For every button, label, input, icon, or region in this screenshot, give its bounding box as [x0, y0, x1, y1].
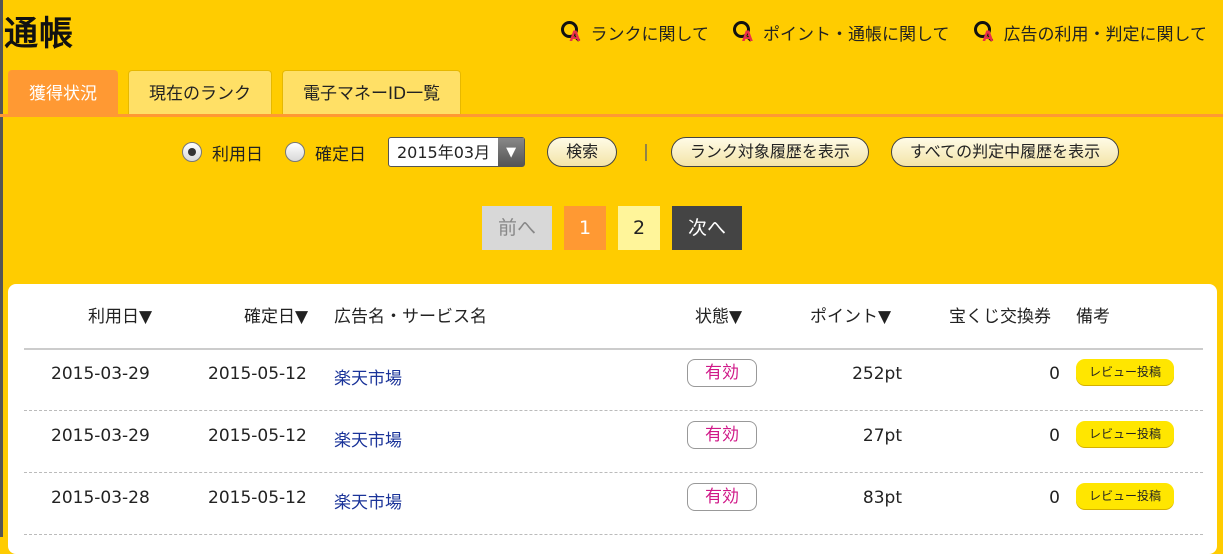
radio-circle-icon [182, 142, 202, 162]
status-badge: 有効 [687, 359, 757, 387]
header-status[interactable]: 状態▼ [695, 302, 742, 327]
radio-circle-icon [285, 142, 305, 162]
cell-confirm-date: 2015-05-12 [208, 364, 307, 384]
qa-link-ads[interactable]: A 広告の利用・判定に関して [973, 20, 1208, 45]
header-ad-name: 広告名・サービス名 [334, 307, 487, 327]
header-points[interactable]: ポイント▼ [810, 302, 891, 327]
header-confirm-date[interactable]: 確定日▼ [244, 302, 308, 327]
review-post-badge[interactable]: レビュー投稿 [1076, 359, 1174, 385]
radio-label: 確定日 [315, 144, 366, 165]
page-2-button[interactable]: 2 [618, 206, 660, 250]
header-usage-date[interactable]: 利用日▼ [88, 302, 152, 327]
qa-link-points[interactable]: A ポイント・通帳に関して [733, 20, 950, 45]
cell-points: 27pt [862, 426, 902, 446]
qa-link-rank[interactable]: A ランクに関して [560, 20, 710, 45]
cell-usage-date: 2015-03-29 [51, 426, 150, 446]
qa-icon: A [733, 20, 757, 45]
qa-link-label: ランクに関して [590, 25, 710, 45]
review-post-badge[interactable]: レビュー投稿 [1076, 483, 1174, 509]
cell-lottery: 0 [1049, 426, 1060, 446]
month-select-value: 2015年03月 [397, 143, 491, 162]
tab-emoney-id-list[interactable]: 電子マネーID一覧 [282, 70, 462, 115]
cell-points: 83pt [862, 488, 902, 508]
status-badge: 有効 [687, 421, 757, 449]
rank-history-button[interactable]: ランク対象履歴を表示 [670, 137, 869, 167]
header-divider [24, 348, 1203, 350]
cell-lottery: 0 [1049, 488, 1060, 508]
cell-ad-name-link[interactable]: 楽天市場 [334, 364, 402, 389]
cell-usage-date: 2015-03-29 [51, 364, 150, 384]
cell-ad-name-link[interactable]: 楽天市場 [334, 488, 402, 513]
page-title: 通帳 [4, 14, 74, 54]
next-page-button[interactable]: 次へ [672, 206, 742, 250]
cell-points: 252pt [852, 364, 902, 384]
status-badge: 有効 [687, 483, 757, 511]
qa-links: A ランクに関して A ポイント・通帳に関して A 広告の利用・判定に関して [560, 20, 1208, 45]
prev-page-button[interactable]: 前へ [482, 206, 552, 250]
qa-icon: A [973, 20, 998, 45]
page-1-button[interactable]: 1 [564, 206, 606, 250]
header-note: 備考 [1076, 307, 1110, 327]
qa-link-label: 広告の利用・判定に関して [1003, 25, 1208, 45]
cell-usage-date: 2015-03-28 [51, 488, 150, 508]
tab-underline [0, 114, 1223, 117]
window-edge [0, 0, 3, 537]
row-divider [24, 410, 1203, 411]
radio-label: 利用日 [212, 144, 263, 165]
search-button[interactable]: 検索 [547, 137, 618, 167]
radio-usage-date[interactable]: 利用日 [182, 140, 263, 165]
row-divider [24, 472, 1203, 473]
cell-confirm-date: 2015-05-12 [208, 488, 307, 508]
tab-current-rank[interactable]: 現在のランク [128, 70, 272, 115]
filter-controls: 利用日 確定日 2015年03月 ▼ 検索 | ランク対象履歴を表示 すべての判… [182, 137, 1120, 167]
all-pending-history-button[interactable]: すべての判定中履歴を表示 [890, 137, 1120, 167]
header-lottery: 宝くじ交換券 [949, 307, 1051, 327]
month-select[interactable]: 2015年03月 ▼ [388, 137, 526, 167]
cell-confirm-date: 2015-05-12 [208, 426, 307, 446]
cell-ad-name-link[interactable]: 楽天市場 [334, 426, 402, 451]
radio-confirm-date[interactable]: 確定日 [285, 140, 366, 165]
row-divider [24, 534, 1203, 535]
cell-lottery: 0 [1049, 364, 1060, 384]
tab-bar: 獲得状況 現在のランク 電子マネーID一覧 [8, 70, 462, 115]
separator: | [643, 142, 649, 162]
qa-icon: A [560, 20, 585, 45]
tab-acquisition-status[interactable]: 獲得状況 [8, 70, 118, 115]
pagination: 前へ 1 2 次へ [482, 206, 742, 250]
chevron-down-icon: ▼ [498, 138, 525, 166]
qa-link-label: ポイント・通帳に関して [763, 25, 950, 45]
review-post-badge[interactable]: レビュー投稿 [1076, 421, 1174, 447]
